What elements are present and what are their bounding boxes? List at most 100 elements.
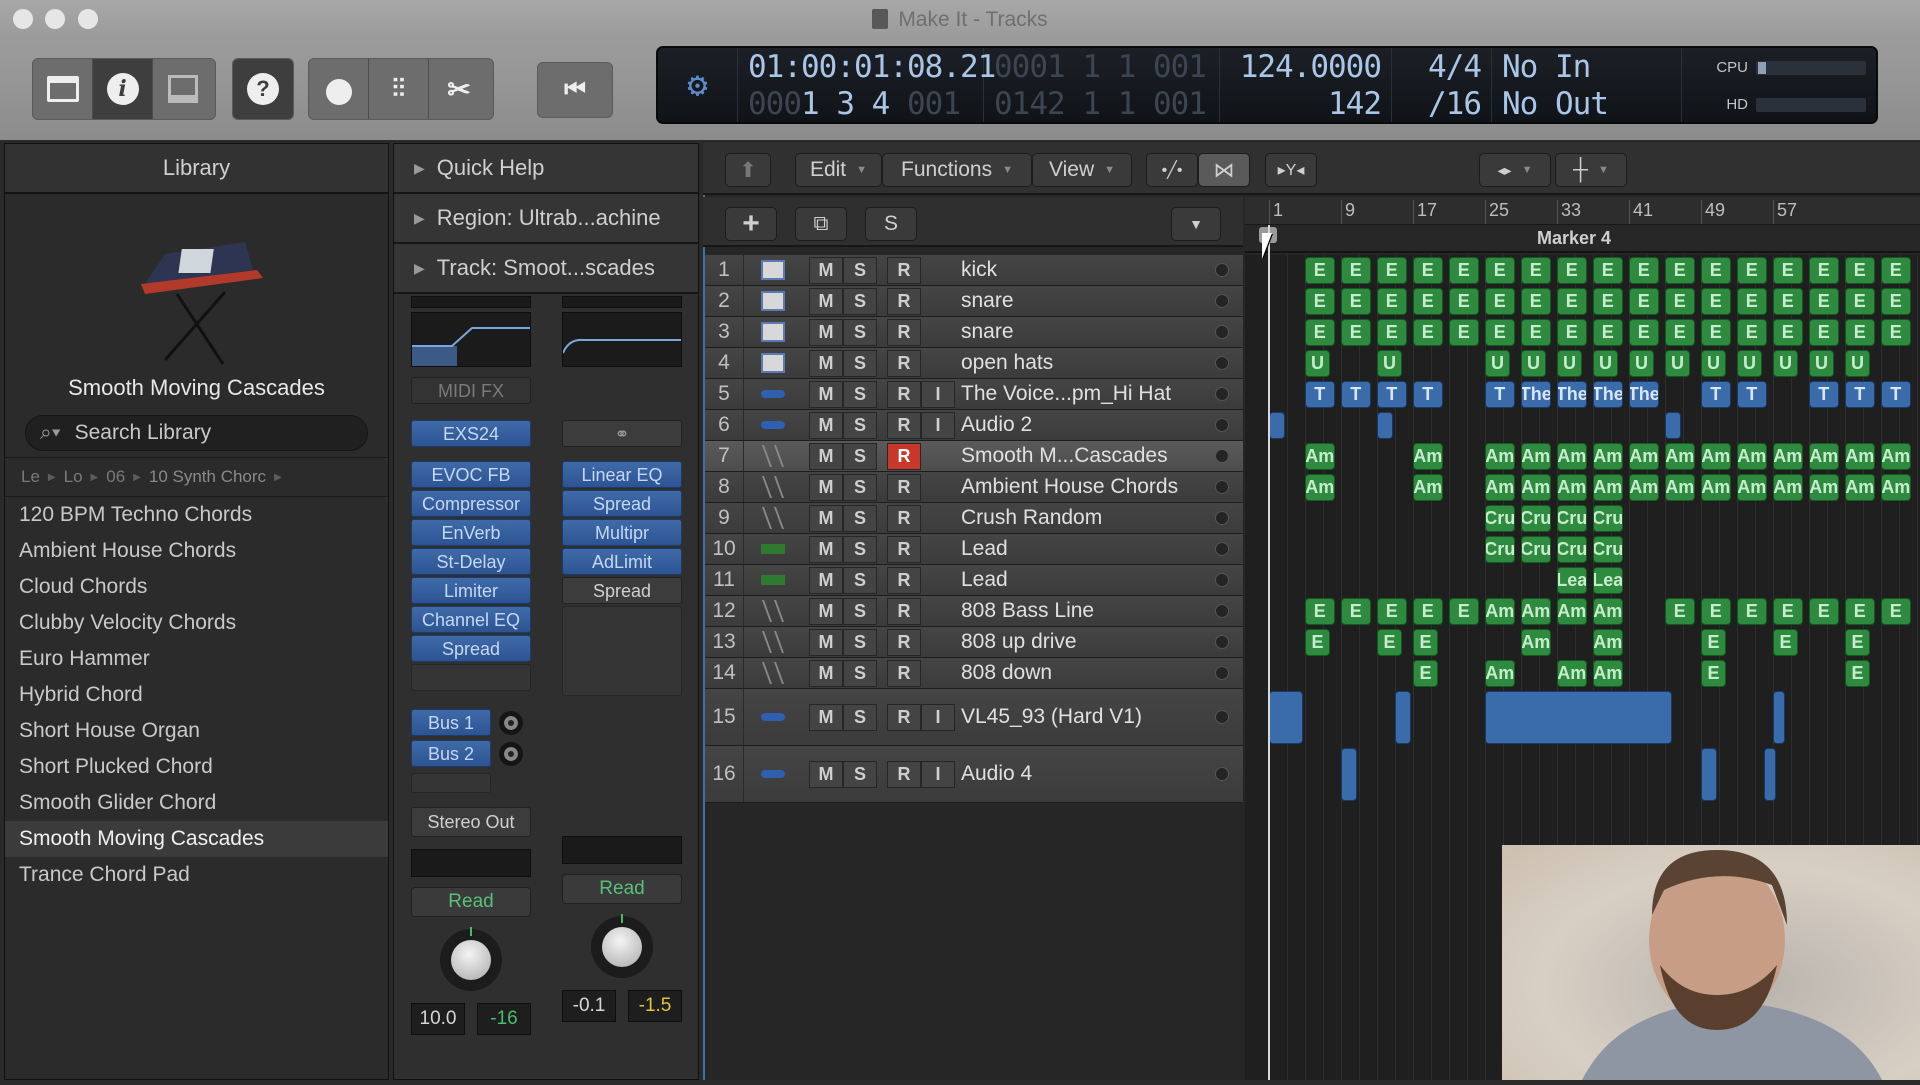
breadcrumb-item[interactable]: Le (21, 467, 40, 487)
midi-region[interactable]: E (1665, 319, 1695, 346)
locator-start[interactable]: 0001 1 1 001 (994, 49, 1209, 85)
audio-fx-slot[interactable]: Multipr (562, 519, 682, 546)
midi-region[interactable]: E (1557, 319, 1587, 346)
flex-button[interactable]: ⋈ (1198, 153, 1250, 187)
midi-region[interactable]: E (1701, 288, 1731, 315)
audio-region[interactable]: T (1881, 381, 1911, 408)
midi-region[interactable]: E (1593, 257, 1623, 284)
midi-region[interactable]: Am (1737, 474, 1767, 501)
midi-region[interactable]: E (1665, 257, 1695, 284)
record-enable-button[interactable]: R (887, 597, 921, 625)
track-name[interactable]: snare (961, 289, 1014, 313)
audio-fx-slot[interactable]: Spread (562, 490, 682, 517)
midi-region[interactable]: Am (1809, 474, 1839, 501)
library-button[interactable] (33, 59, 93, 119)
midi-region[interactable]: E (1341, 598, 1371, 625)
midi-region[interactable]: E (1449, 288, 1479, 315)
track-name[interactable]: VL45_93 (Hard V1) (961, 705, 1142, 729)
midi-region[interactable]: E (1485, 257, 1515, 284)
midi-region[interactable]: E (1845, 660, 1870, 687)
record-enable-button[interactable]: R (887, 659, 921, 687)
audio-region[interactable] (1764, 748, 1776, 801)
midi-region[interactable]: E (1557, 257, 1587, 284)
midi-region[interactable]: Am (1593, 660, 1623, 687)
record-enable-button[interactable]: R (887, 504, 921, 532)
midi-region[interactable]: U (1593, 350, 1618, 377)
track-name[interactable]: 808 Bass Line (961, 599, 1094, 623)
midi-region[interactable]: U (1305, 350, 1330, 377)
midi-region[interactable]: Am (1593, 598, 1623, 625)
midi-region[interactable]: Am (1485, 474, 1515, 501)
library-item[interactable]: 120 BPM Techno Chords (5, 497, 388, 533)
library-item[interactable]: Hybrid Chord (5, 677, 388, 713)
audio-region[interactable] (1341, 748, 1357, 801)
midi-region[interactable]: E (1629, 257, 1659, 284)
midi-region[interactable]: Am (1521, 474, 1551, 501)
view-menu[interactable]: View ▼ (1032, 153, 1132, 187)
midi-region[interactable]: E (1881, 319, 1911, 346)
audio-region[interactable] (1665, 412, 1681, 439)
solo-button[interactable]: S (843, 703, 877, 731)
solo-button[interactable]: S (843, 473, 877, 501)
midi-region[interactable]: E (1341, 288, 1371, 315)
track-header[interactable]: 6 M S R I Audio 2 (705, 410, 1243, 441)
midi-region[interactable]: E (1413, 660, 1438, 687)
record-enable-button[interactable]: R (887, 380, 921, 408)
track-name[interactable]: Ambient House Chords (961, 475, 1178, 499)
track-icon-cell[interactable] (743, 317, 801, 347)
send-level-knob[interactable] (499, 741, 523, 766)
track-header[interactable]: 4 M S Ropen hats (705, 348, 1243, 379)
audio-region[interactable]: The (1557, 381, 1587, 408)
mute-button[interactable]: M (809, 703, 843, 731)
audio-region[interactable]: T (1485, 381, 1515, 408)
midi-region[interactable]: Cru (1485, 505, 1515, 532)
new-track-with-settings-button[interactable]: ⧉ (795, 207, 847, 241)
breadcrumb-item[interactable]: 06 (106, 467, 125, 487)
record-enable-button[interactable]: R (887, 411, 921, 439)
audio-fx-slot[interactable]: Linear EQ (562, 461, 682, 488)
midi-region[interactable]: Am (1521, 629, 1551, 656)
track-icon-cell[interactable] (743, 441, 801, 471)
midi-region[interactable]: E (1737, 288, 1767, 315)
track-icon-cell[interactable] (743, 627, 801, 657)
midi-region[interactable]: E (1881, 257, 1911, 284)
track-icon-cell[interactable] (743, 565, 801, 595)
mute-button[interactable]: M (809, 411, 843, 439)
solo-button[interactable]: S (843, 349, 877, 377)
track-header[interactable]: 12 M S R 808 Bass Line (705, 596, 1243, 627)
midi-region[interactable]: U (1773, 350, 1798, 377)
track-inspector-section[interactable]: ▶ Track: Smoot...scades (394, 244, 698, 294)
audio-region[interactable]: The (1629, 381, 1659, 408)
audio-region[interactable]: T (1809, 381, 1839, 408)
track-icon-cell[interactable] (743, 379, 801, 409)
eq-thumbnail[interactable] (411, 312, 531, 367)
midi-region[interactable]: E (1809, 257, 1839, 284)
quick-help-section[interactable]: ▶ Quick Help (394, 144, 698, 194)
track-name[interactable]: Lead (961, 537, 1008, 561)
mixer-button[interactable]: ⫶⫶ (369, 59, 429, 119)
track-icon-cell[interactable] (743, 746, 801, 802)
breadcrumb-item[interactable]: Lo (64, 467, 83, 487)
library-item[interactable]: Clubby Velocity Chords (5, 605, 388, 641)
marker-label[interactable]: Marker 4 (1537, 228, 1611, 249)
empty-fx-slot[interactable] (411, 664, 531, 691)
midi-region[interactable]: E (1845, 629, 1870, 656)
send-bus-1[interactable]: Bus 1 (411, 709, 491, 736)
input-monitor-button[interactable]: I (921, 703, 955, 731)
midi-region[interactable]: Am (1485, 443, 1515, 470)
midi-region[interactable]: E (1845, 257, 1875, 284)
snap-menu[interactable]: ◂▸ ▼ (1479, 153, 1551, 187)
mute-button[interactable]: M (809, 504, 843, 532)
library-item[interactable]: Euro Hammer (5, 641, 388, 677)
track-name[interactable]: snare (961, 320, 1014, 344)
midi-region[interactable]: E (1485, 319, 1515, 346)
midi-region[interactable]: U (1737, 350, 1762, 377)
midi-region[interactable]: E (1305, 629, 1330, 656)
audio-region[interactable] (1773, 691, 1785, 744)
midi-region[interactable]: E (1413, 598, 1443, 625)
midi-region[interactable]: Am (1557, 660, 1587, 687)
midi-region[interactable]: E (1809, 598, 1839, 625)
input-monitor-button[interactable]: I (921, 760, 955, 788)
midi-region[interactable]: Cru (1593, 536, 1623, 563)
midi-region[interactable]: E (1557, 288, 1587, 315)
